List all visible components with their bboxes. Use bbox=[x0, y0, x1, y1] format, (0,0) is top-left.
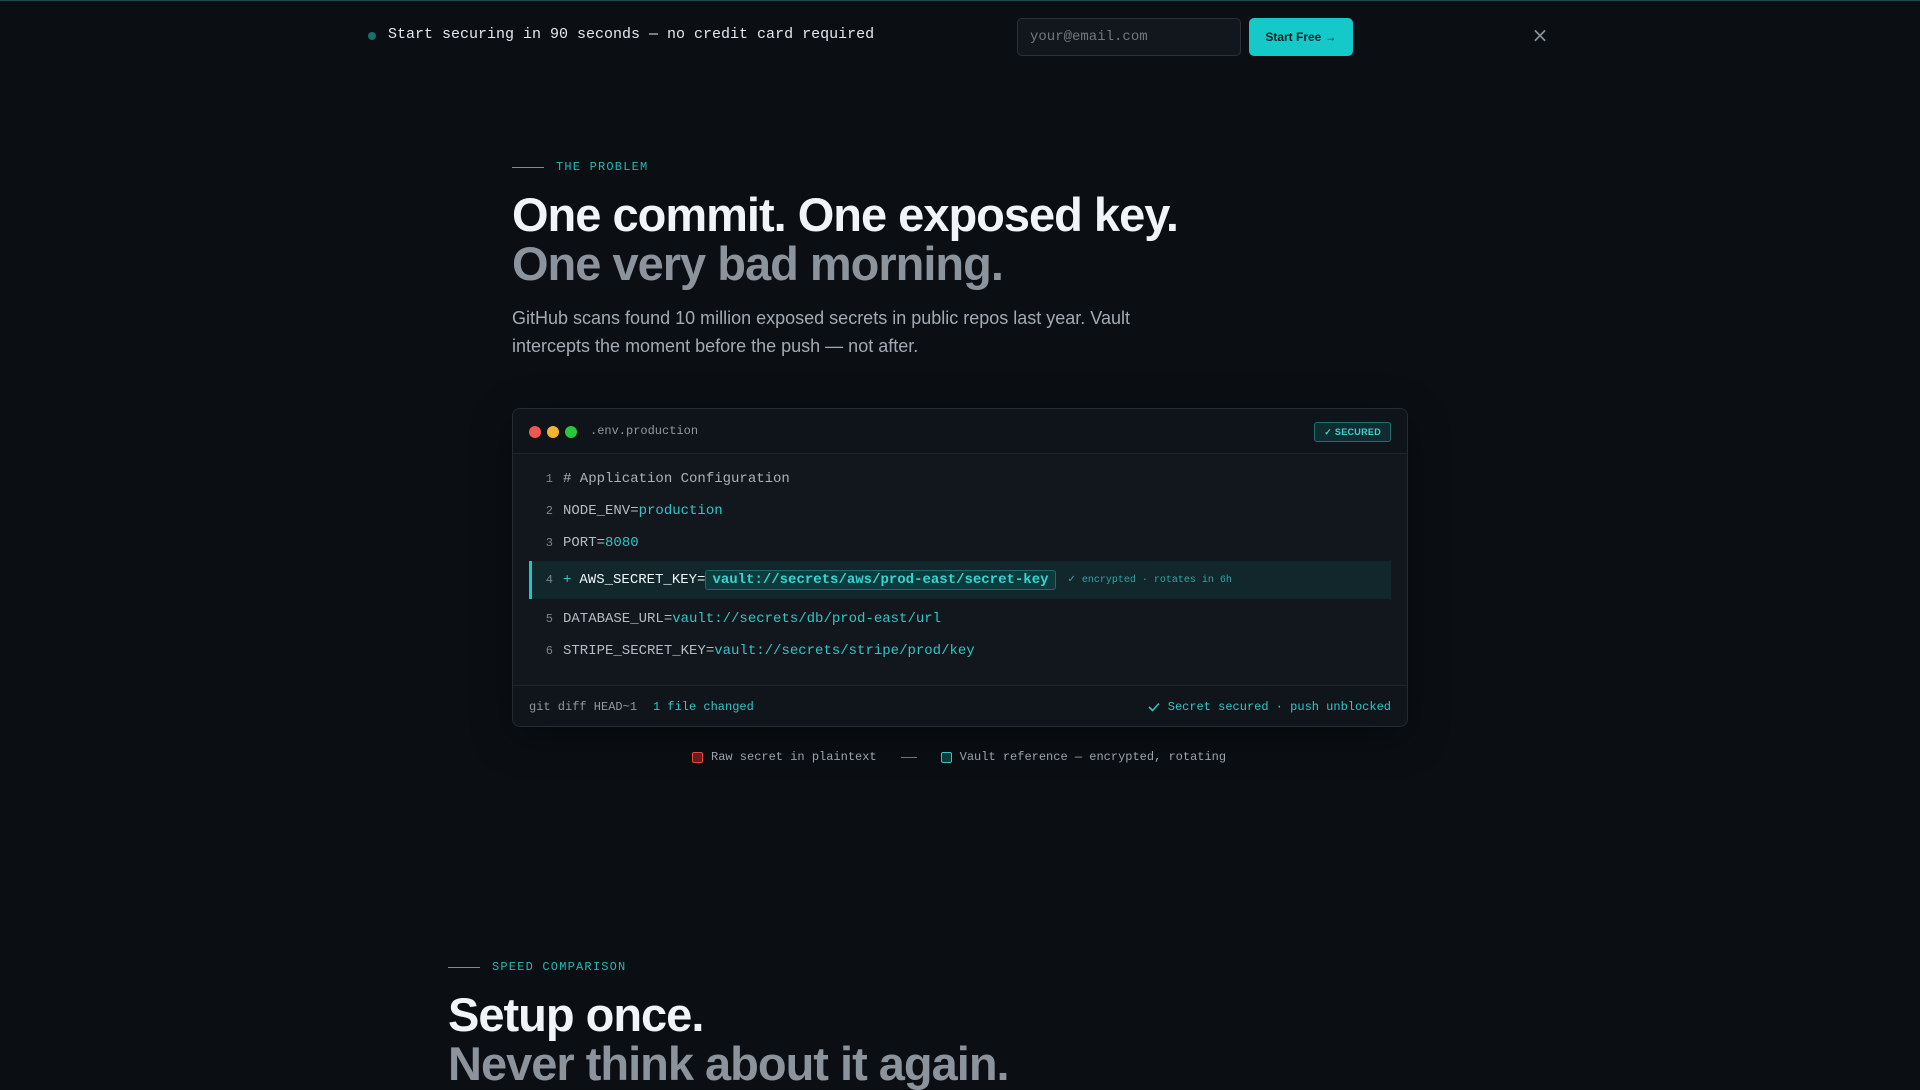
announcement-text: Start securing in 90 seconds — no credit… bbox=[388, 26, 875, 43]
diff-plus: + bbox=[563, 572, 572, 588]
line-number: 6 bbox=[545, 644, 553, 658]
line-number: 5 bbox=[545, 612, 553, 626]
speed-eyebrow: SPEED COMPARISON bbox=[448, 960, 626, 974]
code-value: production bbox=[638, 503, 723, 519]
legend-vault-label: Vault reference — encrypted, rotating bbox=[959, 750, 1227, 764]
legend-separator bbox=[900, 756, 917, 758]
speed-heading-line1: Setup once. bbox=[448, 988, 704, 1041]
code-line: 2 NODE_ENV= production bbox=[529, 495, 1391, 527]
code-line: 5 DATABASE_URL= vault://secrets/db/prod-… bbox=[529, 603, 1391, 635]
git-command: git diff HEAD~1 bbox=[529, 700, 638, 714]
checkmark-icon bbox=[1148, 702, 1160, 712]
problem-eyebrow: THE PROBLEM bbox=[512, 160, 648, 174]
line-number: 1 bbox=[545, 472, 553, 486]
code-key: DATABASE_URL= bbox=[563, 611, 673, 627]
vault-reference: vault://secrets/aws/prod-east/secret-key bbox=[705, 570, 1056, 590]
code-line: 3 PORT= 8080 bbox=[529, 527, 1391, 559]
speed-heading-line2: Never think about it again. bbox=[448, 1037, 1010, 1090]
legend-raw-label: Raw secret in plaintext bbox=[711, 750, 877, 764]
code-window-header: .env.production ✓ SECURED bbox=[513, 409, 1407, 454]
code-value: vault://secrets/stripe/prod/key bbox=[714, 643, 975, 659]
start-free-button[interactable]: Start Free → bbox=[1249, 18, 1353, 56]
speed-heading: Setup once. Never think about it again. bbox=[448, 988, 1010, 1090]
eyebrow-label: THE PROBLEM bbox=[556, 160, 649, 174]
problem-heading-line2: One very bad morning. bbox=[512, 237, 1004, 290]
maximize-window-icon bbox=[565, 426, 577, 438]
secured-badge: ✓ SECURED bbox=[1314, 422, 1391, 442]
email-input[interactable] bbox=[1017, 18, 1241, 56]
line-number: 3 bbox=[545, 536, 553, 550]
line-number: 4 bbox=[545, 573, 553, 587]
code-filename: .env.production bbox=[590, 424, 699, 438]
code-window-footer: git diff HEAD~1 1 file changed Secret se… bbox=[513, 685, 1407, 726]
vault-reference-swatch bbox=[940, 751, 952, 763]
eyebrow-label: SPEED COMPARISON bbox=[492, 960, 627, 974]
close-icon[interactable]: × bbox=[1530, 25, 1550, 45]
code-window: .env.production ✓ SECURED 1 # Applicatio… bbox=[512, 408, 1408, 727]
push-status: Secret secured · push unblocked bbox=[1148, 700, 1391, 714]
code-line-highlighted: 4 + AWS_SECRET_KEY= vault://secrets/aws/… bbox=[529, 561, 1391, 599]
code-key: STRIPE_SECRET_KEY= bbox=[563, 643, 715, 659]
announcement-bar: Start securing in 90 seconds — no credit… bbox=[0, 0, 1920, 70]
code-key: PORT= bbox=[563, 535, 606, 551]
eyebrow-divider bbox=[512, 166, 544, 168]
code-line: 6 STRIPE_SECRET_KEY= vault://secrets/str… bbox=[529, 635, 1391, 667]
problem-heading-line1: One commit. One exposed key. bbox=[512, 188, 1179, 241]
legend: Raw secret in plaintext Vault reference … bbox=[692, 750, 1226, 764]
eyebrow-divider bbox=[448, 966, 480, 968]
raw-secret-swatch bbox=[692, 751, 703, 763]
code-value: 8080 bbox=[605, 535, 639, 551]
push-status-text: Secret secured · push unblocked bbox=[1167, 700, 1391, 714]
status-dot-icon bbox=[368, 32, 376, 40]
encryption-note: ✓ encrypted · rotates in 6h bbox=[1067, 575, 1232, 586]
code-key: NODE_ENV= bbox=[563, 503, 639, 519]
close-window-icon bbox=[529, 426, 541, 438]
files-changed: 1 file changed bbox=[653, 700, 754, 714]
problem-heading: One commit. One exposed key. One very ba… bbox=[512, 188, 1179, 290]
code-key: AWS_SECRET_KEY= bbox=[579, 572, 706, 588]
code-line: 1 # Application Configuration bbox=[529, 463, 1391, 495]
problem-lead: GitHub scans found 10 million exposed se… bbox=[512, 308, 1130, 356]
code-comment: # Application Configuration bbox=[563, 471, 790, 487]
code-value: vault://secrets/db/prod-east/url bbox=[672, 611, 942, 627]
line-number: 2 bbox=[545, 504, 553, 518]
minimize-window-icon bbox=[547, 426, 559, 438]
